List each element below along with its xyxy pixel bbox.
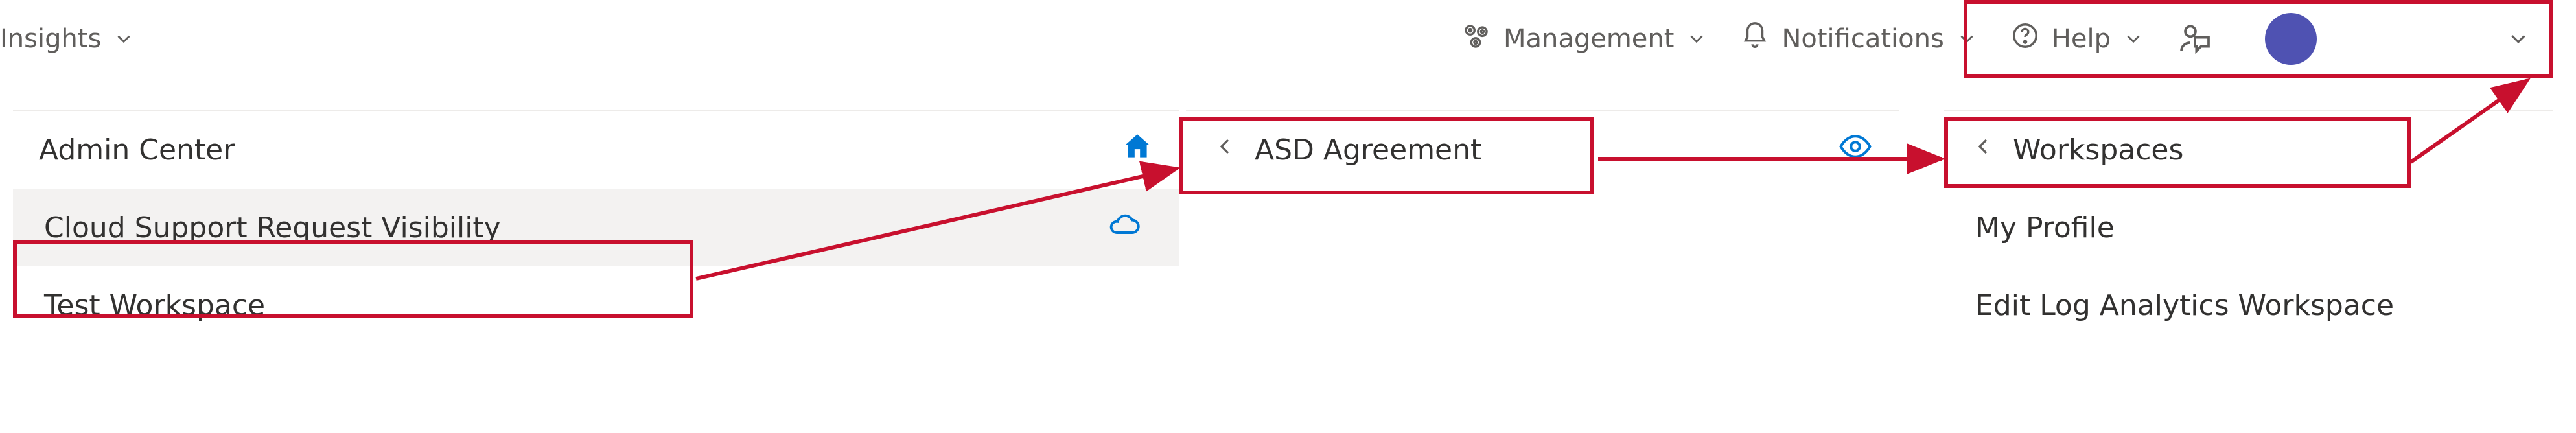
avatar: [2265, 13, 2317, 65]
bell-icon: [1740, 21, 1770, 57]
panel-header-asd-agreement[interactable]: ASD Agreement: [1186, 111, 1899, 189]
list-item-label: Test Workspace: [44, 289, 265, 322]
list-item-test-workspace[interactable]: Test Workspace: [13, 266, 1179, 344]
nav-insights-label: Insights: [0, 24, 101, 54]
list-item-label: My Profile: [1975, 211, 2115, 244]
nav-notifications-label: Notifications: [1781, 24, 1944, 54]
panel-header-workspaces[interactable]: Workspaces: [1944, 111, 2553, 189]
chevron-left-icon: [1212, 134, 1238, 167]
chevron-down-icon: [2122, 28, 2144, 50]
nav-notifications[interactable]: Notifications: [1740, 21, 1977, 57]
help-icon: [2010, 21, 2040, 57]
list-item-label: Cloud Support Request Visibility: [44, 211, 501, 244]
chevron-down-icon: [113, 28, 135, 50]
gear-icon: [1459, 19, 1492, 58]
profile-menu[interactable]: [2245, 0, 2557, 78]
list-item-my-profile[interactable]: My Profile: [1944, 189, 2553, 266]
nav-management[interactable]: Management: [1459, 19, 1708, 58]
home-icon: [1121, 130, 1154, 170]
top-nav: Insights Management Notifications: [0, 0, 2576, 78]
feedback-icon[interactable]: [2177, 21, 2213, 57]
admin-center-panel: Admin Center Cloud Support Request Visib…: [13, 110, 1179, 344]
eye-icon: [1838, 129, 1873, 171]
nav-help[interactable]: Help: [2010, 21, 2144, 57]
panel-title: ASD Agreement: [1255, 134, 1481, 167]
chevron-down-icon: [2506, 27, 2531, 51]
chevron-down-icon: [1686, 28, 1708, 50]
asd-agreement-panel: ASD Agreement: [1186, 110, 1899, 189]
panel-header-admin-center[interactable]: Admin Center: [13, 111, 1179, 189]
panel-title: Admin Center: [39, 134, 235, 167]
nav-help-label: Help: [2052, 24, 2111, 54]
nav-insights[interactable]: Insights: [0, 24, 135, 54]
cloud-icon: [1107, 207, 1141, 248]
list-item-edit-log-analytics[interactable]: Edit Log Analytics Workspace: [1944, 266, 2553, 344]
chevron-left-icon: [1970, 134, 1996, 167]
chevron-down-icon: [1956, 28, 1978, 50]
panel-title: Workspaces: [2013, 134, 2183, 167]
workspaces-panel: Workspaces My Profile Edit Log Analytics…: [1944, 110, 2553, 344]
nav-management-label: Management: [1503, 24, 1675, 54]
admin-center-list: Cloud Support Request Visibility Test Wo…: [13, 189, 1179, 344]
list-item-label: Edit Log Analytics Workspace: [1975, 289, 2394, 322]
workspaces-list: My Profile Edit Log Analytics Workspace: [1944, 189, 2553, 344]
list-item-cloud-support[interactable]: Cloud Support Request Visibility: [13, 189, 1179, 266]
